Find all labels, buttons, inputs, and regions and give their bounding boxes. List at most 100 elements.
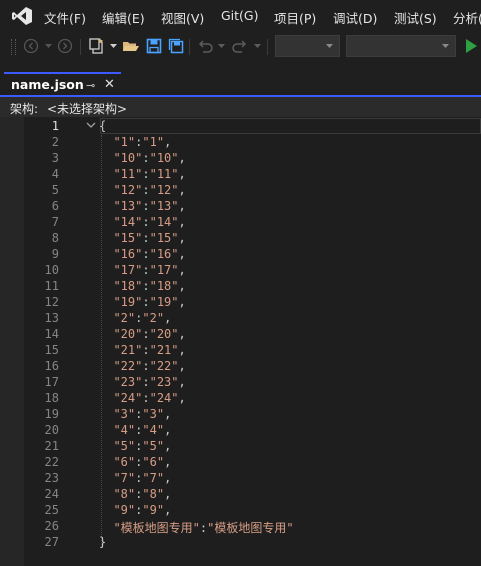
code-line[interactable]: 25 "9":"9", [0,502,481,518]
code-text: "3":"3", [113,407,172,421]
line-number: 3 [51,151,59,165]
code-text: "14":"14", [113,215,186,229]
code-editor[interactable]: 1{2 "1":"1", 3 "10":"10", 4 "11":"11", 5 "1… [0,117,481,566]
code-line[interactable]: 4 "11":"11", [0,166,481,182]
menu-git[interactable]: Git(G) [221,8,259,23]
schema-selector[interactable]: <未选择架构> [47,100,127,117]
toolbar-separator [189,39,190,55]
line-number: 17 [44,375,59,389]
code-line[interactable]: 5 "12":"12", [0,182,481,198]
code-text: "24":"24", [113,391,186,405]
menu-project[interactable]: 项目(P) [274,8,316,27]
line-number: 2 [51,135,59,149]
code-line[interactable]: 23 "7":"7", [0,470,481,486]
save-all-icon[interactable] [167,37,185,55]
redo-icon[interactable] [231,37,249,55]
line-number: 13 [44,311,59,325]
code-line[interactable]: 22 "6":"6", [0,454,481,470]
code-line[interactable]: 3 "10":"10", [0,150,481,166]
line-number: 10 [44,263,59,277]
code-line[interactable]: 19 "3":"3", [0,406,481,422]
line-number: 19 [44,407,59,421]
code-text: "21":"21", [113,343,186,357]
code-line[interactable]: 2 "1":"1", [0,134,481,150]
menu-test[interactable]: 测试(S) [394,8,437,27]
code-line[interactable]: 8 "15":"15", [0,230,481,246]
tab-name-json[interactable]: name.json ⊸ ✕ [4,72,121,96]
menu-edit[interactable]: 编辑(E) [102,8,145,27]
code-text: "11":"11", [113,167,186,181]
code-text: "22":"22", [113,359,186,373]
menu-analyze[interactable]: 分析( [453,8,481,27]
save-icon[interactable] [145,37,163,55]
code-text: { [99,119,107,133]
code-text: } [99,535,107,549]
forward-icon[interactable] [56,37,74,55]
new-project-dropdown-icon[interactable] [110,43,117,49]
line-number: 18 [44,391,59,405]
line-number: 12 [44,295,59,309]
menu-view[interactable]: 视图(V) [161,8,204,27]
code-line[interactable]: 9 "16":"16", [0,246,481,262]
code-line[interactable]: 21 "5":"5", [0,438,481,454]
tab-title: name.json [11,77,84,92]
code-line[interactable]: 16 "22":"22", [0,358,481,374]
back-dropdown-icon[interactable] [45,43,52,49]
code-text: "6":"6", [113,455,172,469]
pin-icon[interactable]: ⊸ [86,79,95,92]
code-text: "16":"16", [113,247,186,261]
menu-debug[interactable]: 调试(D) [333,8,377,27]
vs-logo-icon[interactable] [11,6,33,26]
code-line[interactable]: 12 "19":"19", [0,294,481,310]
line-number: 21 [44,439,59,453]
line-number: 26 [44,519,59,533]
code-line[interactable]: 17 "23":"23", [0,374,481,390]
code-line[interactable]: 14 "20":"20", [0,326,481,342]
code-text: "10":"10", [113,151,186,165]
redo-dropdown-icon[interactable] [254,43,261,49]
back-icon[interactable] [22,37,40,55]
code-text: "15":"15", [113,231,186,245]
code-text: "7":"7", [113,471,172,485]
line-number: 8 [51,231,59,245]
solution-platform-combo[interactable] [346,35,456,57]
line-number: 24 [44,487,59,501]
code-line[interactable]: 26 "模板地图专用":"模板地图专用" [0,518,481,535]
toolbar-grip[interactable] [11,39,16,55]
code-text: "5":"5", [113,439,172,453]
undo-dropdown-icon[interactable] [218,43,225,49]
undo-icon[interactable] [196,37,214,55]
code-line[interactable]: 13 "2":"2", [0,310,481,326]
code-line[interactable]: 15 "21":"21", [0,342,481,358]
new-project-icon[interactable] [88,37,106,55]
code-line[interactable]: 27} [0,534,481,550]
schema-label: 架构: [10,102,39,116]
code-line[interactable]: 20 "4":"4", [0,422,481,438]
line-number: 1 [51,119,59,133]
menu-file[interactable]: 文件(F) [44,8,86,27]
code-text: "18":"18", [113,279,186,293]
code-text: "8":"8", [113,487,172,501]
code-line[interactable]: 6 "13":"13", [0,198,481,214]
solution-configuration-combo[interactable] [275,35,340,57]
code-line[interactable]: 10 "17":"17", [0,262,481,278]
line-number: 14 [44,327,59,341]
line-number: 4 [51,167,59,181]
line-number: 5 [51,183,59,197]
code-line[interactable]: 24 "8":"8", [0,486,481,502]
code-text: "20":"20", [113,327,186,341]
code-line[interactable]: 7 "14":"14", [0,214,481,230]
fold-chevron-icon[interactable] [86,120,96,130]
code-line[interactable]: 11 "18":"18", [0,278,481,294]
close-icon[interactable]: ✕ [104,77,115,92]
code-line[interactable]: 1{ [0,118,481,134]
code-text: "13":"13", [113,199,186,213]
open-folder-icon[interactable] [122,37,140,55]
code-text: "23":"23", [113,375,186,389]
code-text: "4":"4", [113,423,172,437]
chevron-down-icon [442,44,449,48]
start-debug-icon[interactable] [465,39,477,53]
toolbar-separator [80,39,81,55]
code-line[interactable]: 18 "24":"24", [0,390,481,406]
code-text: "19":"19", [113,295,186,309]
